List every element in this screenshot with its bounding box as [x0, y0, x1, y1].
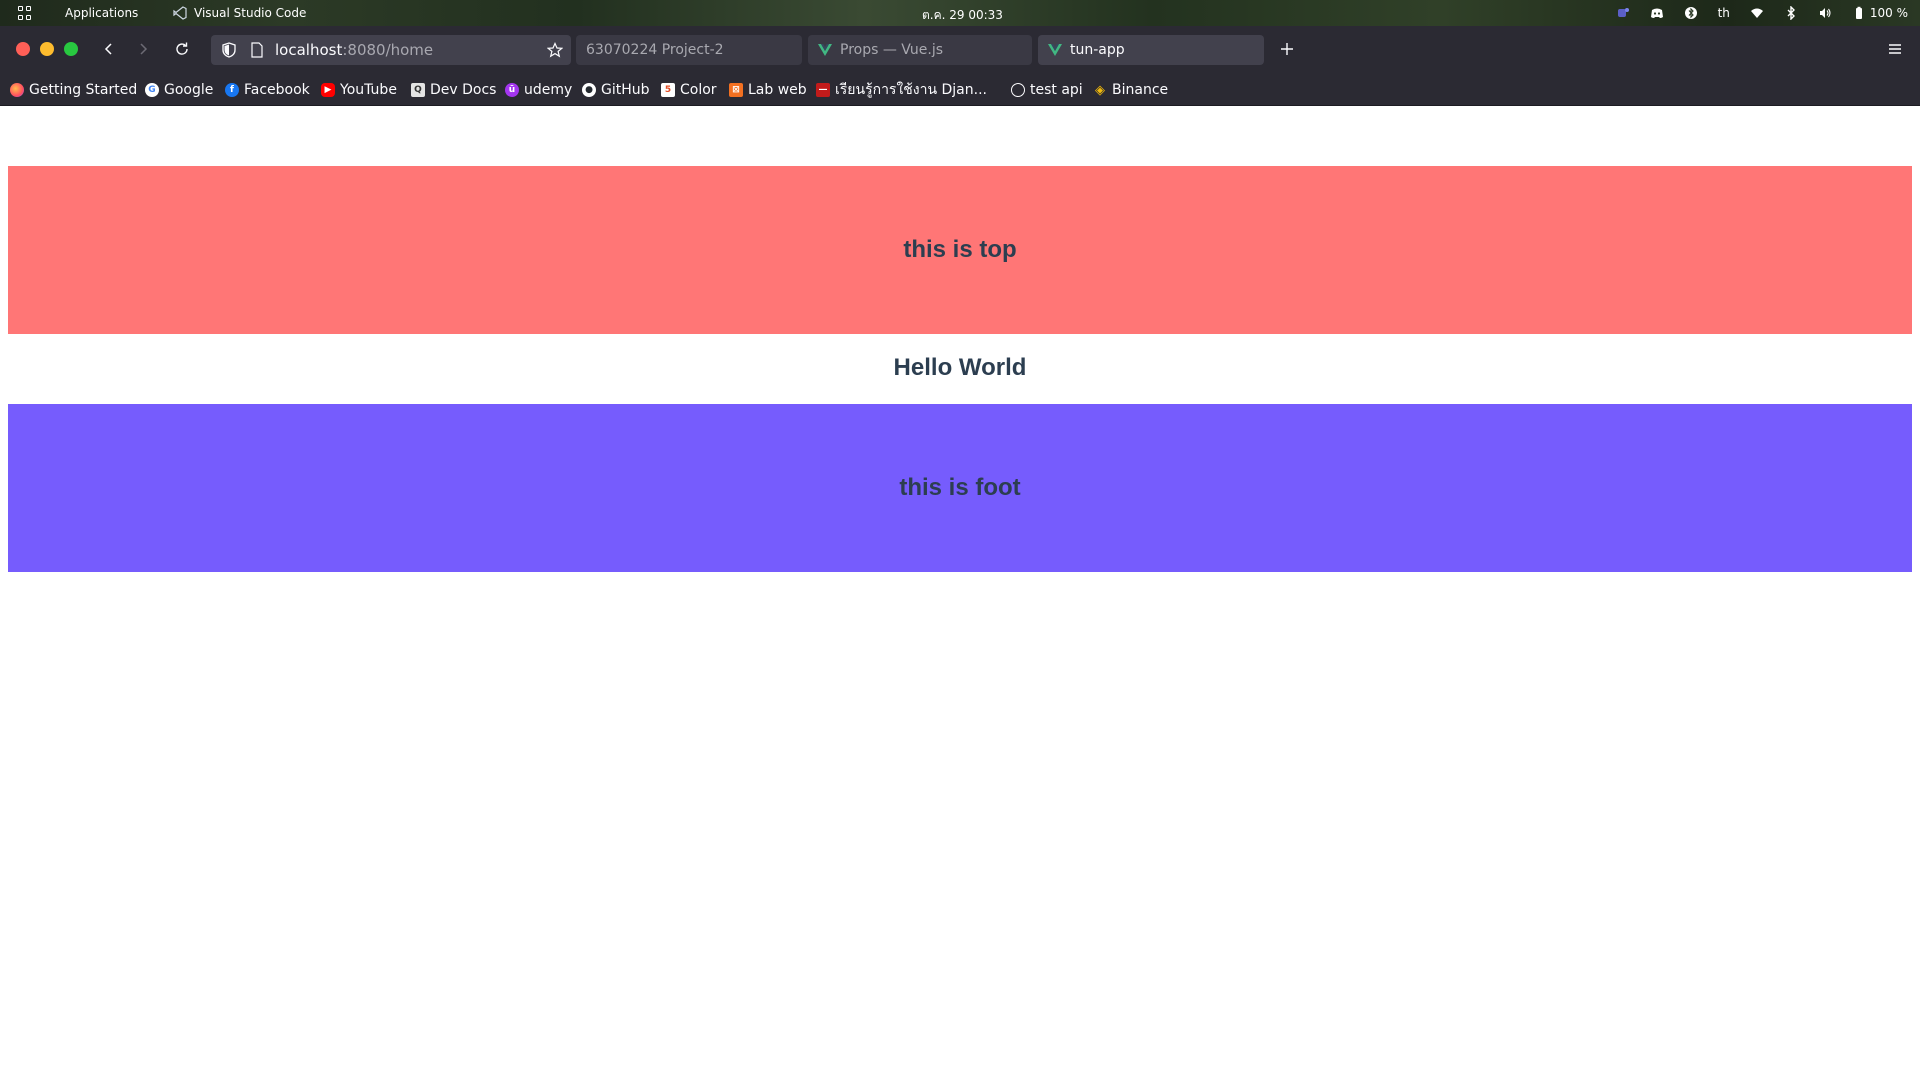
url-text[interactable]: localhost:8080/home — [275, 41, 433, 59]
top-section-text: this is top — [903, 236, 1017, 263]
bookmark-star-icon[interactable] — [547, 42, 563, 58]
hello-heading: Hello World — [893, 354, 1027, 381]
wifi-icon[interactable] — [1750, 6, 1764, 20]
chevron-left-icon — [104, 43, 112, 55]
bookmark-label: Facebook — [244, 82, 310, 98]
reload-button[interactable] — [171, 38, 193, 60]
bookmark-label: GitHub — [601, 82, 650, 98]
foot-section-text: this is foot — [899, 474, 1021, 501]
os-top-bar: Applications Visual Studio Code ต.ค. 29 … — [0, 0, 1920, 26]
firefox-icon — [10, 83, 24, 97]
discord-icon[interactable] — [1650, 6, 1664, 20]
bluetooth-icon[interactable] — [1784, 6, 1798, 20]
battery-icon — [1855, 6, 1862, 19]
vscode-icon — [173, 6, 187, 20]
reload-icon — [176, 42, 188, 55]
tab-label: Props — Vue.js — [840, 42, 944, 58]
battery-indicator[interactable]: 100 % — [1852, 6, 1908, 20]
django-icon: — — [816, 83, 830, 97]
tab-props-vuejs[interactable]: Props — Vue.js — [808, 35, 1032, 65]
bookmark-label: Getting Started — [29, 82, 138, 98]
bookmark-label: Lab web — [748, 82, 807, 98]
bookmark-udemy[interactable]: ū udemy — [505, 80, 572, 100]
page-viewport: this is top Hello World this is foot — [0, 106, 1920, 1080]
page-info-icon[interactable] — [250, 42, 264, 58]
github-icon: ● — [582, 83, 596, 97]
tab-label: 63070224 Project-2 — [586, 42, 724, 58]
bookmark-label: เรียนรู้การใช้งาน Djan... — [835, 82, 987, 98]
tab-label: tun-app — [1070, 42, 1125, 58]
facebook-icon: f — [225, 83, 239, 97]
close-window-button[interactable] — [16, 42, 30, 56]
bookmark-label: YouTube — [340, 82, 397, 98]
system-tray: th 100 % — [1596, 4, 1908, 22]
color-icon: 5 — [661, 83, 675, 97]
bookmark-label: test api — [1030, 82, 1083, 98]
url-bar[interactable]: localhost:8080/home — [211, 35, 571, 65]
bookmark-youtube[interactable]: ▶ YouTube — [321, 80, 397, 100]
vue-icon — [1048, 44, 1062, 56]
bookmark-test-api[interactable]: test api — [1011, 80, 1083, 100]
globe-icon — [1011, 83, 1025, 97]
bookmark-color[interactable]: 5 Color — [661, 80, 717, 100]
bookmark-github[interactable]: ● GitHub — [582, 80, 650, 100]
vue-icon — [818, 44, 832, 56]
youtube-icon: ▶ — [321, 83, 335, 97]
forward-button[interactable] — [132, 38, 154, 60]
clock[interactable]: ต.ค. 29 00:33 — [922, 6, 1003, 25]
minimize-window-button[interactable] — [40, 42, 54, 56]
volume-icon[interactable] — [1818, 6, 1832, 20]
bookmark-getting-started[interactable]: Getting Started — [10, 80, 137, 100]
battery-label: 100 % — [1869, 6, 1908, 20]
bookmark-binance[interactable]: ◈ Binance — [1093, 80, 1168, 100]
tracking-shield-icon[interactable] — [221, 42, 237, 58]
udemy-icon: ū — [505, 83, 519, 97]
top-section: this is top — [8, 166, 1912, 334]
maximize-window-button[interactable] — [64, 42, 78, 56]
active-app-label[interactable]: Visual Studio Code — [194, 6, 306, 20]
tab-tun-app[interactable]: tun-app — [1038, 35, 1264, 65]
tab-project-2[interactable]: 63070224 Project-2 — [576, 35, 802, 65]
url-path: :8080/home — [342, 41, 434, 59]
bookmark-dev-docs[interactable]: Q Dev Docs — [411, 80, 496, 100]
bookmark-django[interactable]: — เรียนรู้การใช้งาน Djan... — [816, 80, 987, 100]
bookmark-lab-web[interactable]: ⊠ Lab web — [729, 80, 807, 100]
devdocs-icon: Q — [411, 83, 425, 97]
foot-section: this is foot — [8, 404, 1912, 572]
teams-icon[interactable] — [1616, 6, 1630, 20]
new-tab-button[interactable] — [1276, 38, 1298, 60]
labweb-icon: ⊠ — [729, 83, 743, 97]
url-host: localhost — [275, 41, 343, 59]
google-icon: G — [145, 83, 159, 97]
bookmark-facebook[interactable]: f Facebook — [225, 80, 310, 100]
bookmark-label: Color — [680, 82, 717, 98]
bookmark-google[interactable]: G Google — [145, 80, 213, 100]
app-menu-button[interactable] — [1886, 40, 1904, 58]
bookmark-label: Binance — [1112, 82, 1169, 98]
bookmark-label: udemy — [524, 82, 573, 98]
applications-menu[interactable]: Applications — [65, 6, 138, 20]
back-button[interactable] — [98, 38, 120, 60]
bookmark-label: Google — [164, 82, 214, 98]
binance-icon: ◈ — [1095, 82, 1105, 98]
app-grid-icon[interactable] — [18, 6, 32, 20]
language-indicator[interactable]: th — [1718, 6, 1730, 20]
bluetooth-tray-icon[interactable] — [1684, 6, 1698, 20]
chevron-right-icon — [140, 43, 148, 55]
bookmark-label: Dev Docs — [430, 82, 497, 98]
